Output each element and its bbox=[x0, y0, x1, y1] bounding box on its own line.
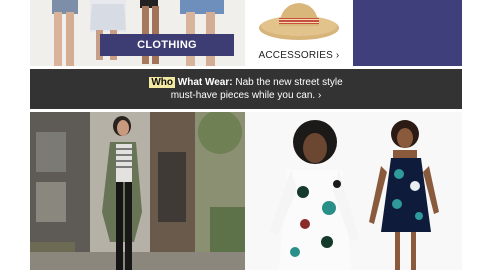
brand-what-wear: What Wear: bbox=[177, 77, 233, 88]
clothing-photo bbox=[30, 0, 245, 66]
brand-who: Who bbox=[149, 77, 175, 88]
floral-dresses-photo bbox=[245, 112, 462, 270]
banner-text-1: Nab the new street style bbox=[235, 77, 343, 88]
banner-line-2: must-have pieces while you can. › bbox=[170, 90, 322, 101]
street-style-photo bbox=[30, 112, 245, 270]
who-what-wear-banner[interactable]: Who What Wear: Nab the new street style … bbox=[30, 69, 462, 109]
clothing-tile[interactable]: CLOTHING bbox=[30, 0, 245, 66]
clothing-button[interactable]: CLOTHING bbox=[100, 34, 234, 56]
floral-dresses-tile[interactable] bbox=[245, 112, 462, 270]
straw-hat-image bbox=[259, 3, 339, 40]
accessories-link[interactable]: ACCESSORIES › bbox=[245, 50, 353, 61]
street-style-tile[interactable] bbox=[30, 112, 245, 270]
accessories-tile[interactable]: ACCESSORIES › bbox=[245, 0, 353, 66]
banner-line-1: Who What Wear: Nab the new street style bbox=[30, 76, 462, 89]
promo-color-block bbox=[353, 0, 462, 66]
